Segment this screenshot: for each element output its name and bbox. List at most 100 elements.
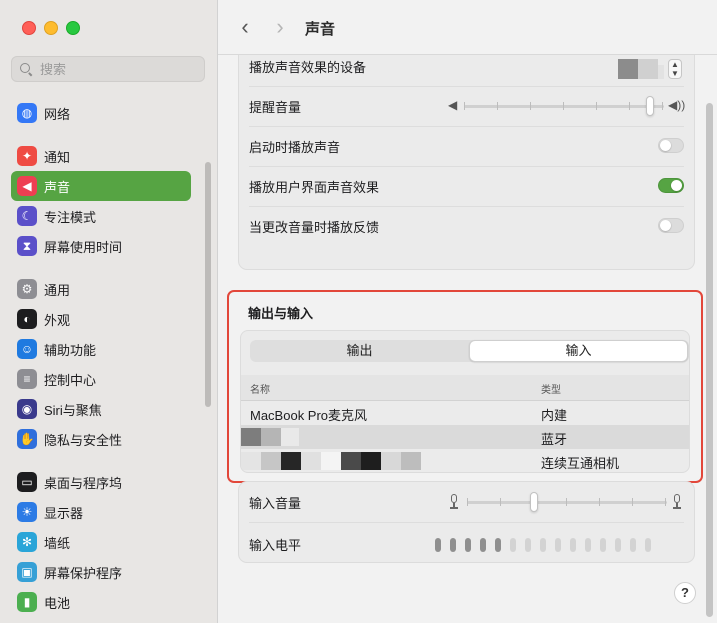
- output-input-segmented-control: 输出 输入: [250, 340, 689, 362]
- back-button[interactable]: ‹: [232, 14, 258, 40]
- main-pane: ‹ › 声音 播放声音效果的设备 ▲ ▼ 提醒音量 ◀ ◀)) 启动时播放声音 …: [218, 0, 717, 623]
- startup-sound-toggle[interactable]: [658, 138, 684, 153]
- sidebar-item-6[interactable]: ◐ 外观: [11, 304, 191, 334]
- microphone-low-icon: [448, 494, 460, 510]
- sidebar-item-label: 控制中心: [44, 372, 97, 388]
- level-segment: [510, 538, 516, 552]
- sidebar-scrollbar[interactable]: [205, 162, 211, 407]
- sidebar-item-0[interactable]: ◍ 网络: [11, 98, 191, 128]
- slider-tick: [566, 498, 567, 506]
- sidebar-item-label: 屏幕保护程序: [44, 565, 123, 581]
- sidebar-item-label: 电池: [44, 595, 71, 611]
- sidebar-item-14[interactable]: ▣ 屏幕保护程序: [11, 557, 191, 587]
- search-input[interactable]: [38, 60, 192, 78]
- sidebar-item-13[interactable]: ✻ 墙纸: [11, 527, 191, 557]
- close-window-button[interactable]: [22, 21, 36, 35]
- volume-feedback-toggle[interactable]: [658, 218, 684, 233]
- sidebar-item-1[interactable]: ✦ 通知: [11, 141, 191, 171]
- redacted-device-name: [281, 428, 299, 446]
- input-level-meter: [435, 538, 651, 552]
- output-input-section: 输出与输入 输出 输入 名称 类型 MacBook Pro麦克风 内建 蓝牙 连…: [227, 290, 703, 483]
- sidebar-item-15[interactable]: ▮ 电池: [11, 587, 191, 617]
- ui-effects-toggle[interactable]: [658, 178, 684, 193]
- sidebar-item-3[interactable]: ☾ 专注模式: [11, 201, 191, 231]
- chevron-right-icon: ›: [276, 14, 284, 39]
- sidebar-item-4[interactable]: ⧗ 屏幕使用时间: [11, 231, 191, 261]
- alert-volume-slider[interactable]: [464, 86, 664, 126]
- level-segment: [465, 538, 471, 552]
- level-segment: [585, 538, 591, 552]
- level-segment: [630, 538, 636, 552]
- redacted-device-name: [261, 452, 281, 470]
- sidebar-item-11[interactable]: ▭ 桌面与程序坞: [11, 467, 191, 497]
- minimize-window-button[interactable]: [44, 21, 58, 35]
- snowflake-icon: ✻: [17, 532, 37, 552]
- battery-icon: ▮: [17, 592, 37, 612]
- control-center-icon: ≡: [17, 369, 37, 389]
- sidebar-item-label: 通知: [44, 149, 71, 165]
- sidebar-item-10[interactable]: ✋ 隐私与安全性: [11, 424, 191, 454]
- slider-track: [467, 501, 667, 504]
- globe-icon: ◍: [17, 103, 37, 123]
- sidebar-item-9[interactable]: ◉ Siri与聚焦: [11, 394, 191, 424]
- column-header-type: 类型: [541, 385, 561, 396]
- input-volume-slider[interactable]: [467, 482, 667, 522]
- ui-effects-row: 播放用户界面声音效果: [239, 166, 694, 206]
- slider-tick: [629, 102, 630, 110]
- sidebar-item-label: 网络: [44, 106, 71, 122]
- input-level-label: 输入电平: [249, 537, 302, 553]
- input-volume-row: 输入音量: [239, 482, 694, 522]
- hourglass-icon: ⧗: [17, 236, 37, 256]
- dock-icon: ▭: [17, 472, 37, 492]
- slider-thumb[interactable]: [646, 96, 654, 116]
- forward-button[interactable]: ›: [267, 14, 293, 40]
- sidebar-item-label: 隐私与安全性: [44, 432, 123, 448]
- appearance-icon: ◐: [17, 309, 37, 329]
- page-title: 声音: [305, 21, 336, 38]
- device-type: 连续互通相机: [541, 456, 620, 471]
- speaker-icon: ◀: [17, 176, 37, 196]
- main-scrollbar[interactable]: [706, 103, 713, 617]
- table-row[interactable]: MacBook Pro麦克风 内建: [241, 401, 689, 425]
- startup-sound-label: 启动时播放声音: [249, 139, 341, 155]
- volume-feedback-row: 当更改音量时播放反馈: [239, 206, 694, 246]
- sidebar-item-label: 声音: [44, 179, 71, 195]
- sound-effects-card: 播放声音效果的设备 ▲ ▼ 提醒音量 ◀ ◀)) 启动时播放声音 播放用户界面声…: [238, 40, 695, 270]
- sidebar-item-label: 屏幕使用时间: [44, 239, 123, 255]
- ui-effects-label: 播放用户界面声音效果: [249, 179, 380, 195]
- zoom-window-button[interactable]: [66, 21, 80, 35]
- gear-icon: ⚙: [17, 279, 37, 299]
- sun-icon: ☀: [17, 502, 37, 522]
- device-table-header: 名称 类型: [241, 375, 689, 401]
- redacted-device-name: [261, 428, 281, 446]
- tab-output[interactable]: 输出: [250, 340, 469, 362]
- screensaver-icon: ▣: [17, 562, 37, 582]
- column-header-name: 名称: [250, 385, 270, 396]
- slider-track: [464, 105, 664, 108]
- sidebar-item-8[interactable]: ≡ 控制中心: [11, 364, 191, 394]
- table-row[interactable]: 蓝牙: [241, 425, 689, 449]
- search-field[interactable]: [11, 56, 205, 82]
- device-name: MacBook Pro麦克风: [250, 408, 368, 423]
- microphone-high-icon: [671, 494, 683, 510]
- tab-input[interactable]: 输入: [469, 340, 688, 362]
- bell-icon: ✦: [17, 146, 37, 166]
- sidebar-item-label: 辅助功能: [44, 342, 97, 358]
- effects-device-select[interactable]: ▲ ▼: [618, 59, 682, 79]
- input-level-row: 输入电平: [239, 524, 694, 564]
- table-row[interactable]: 连续互通相机: [241, 449, 689, 472]
- sidebar-item-7[interactable]: ☺ 辅助功能: [11, 334, 191, 364]
- sidebar-item-2[interactable]: ◀ 声音: [11, 171, 191, 201]
- redacted-device-name: [321, 452, 341, 470]
- slider-tick: [500, 498, 501, 506]
- slider-tick: [662, 102, 663, 110]
- help-button[interactable]: ?: [674, 582, 696, 604]
- redacted-device-name: [401, 452, 421, 470]
- sidebar-item-5[interactable]: ⚙ 通用: [11, 274, 191, 304]
- sidebar-item-label: Siri与聚焦: [44, 402, 102, 418]
- sidebar-item-12[interactable]: ☀ 显示器: [11, 497, 191, 527]
- slider-thumb[interactable]: [530, 492, 538, 512]
- sidebar-item-label: 桌面与程序坞: [44, 475, 123, 491]
- window-controls: [22, 21, 80, 35]
